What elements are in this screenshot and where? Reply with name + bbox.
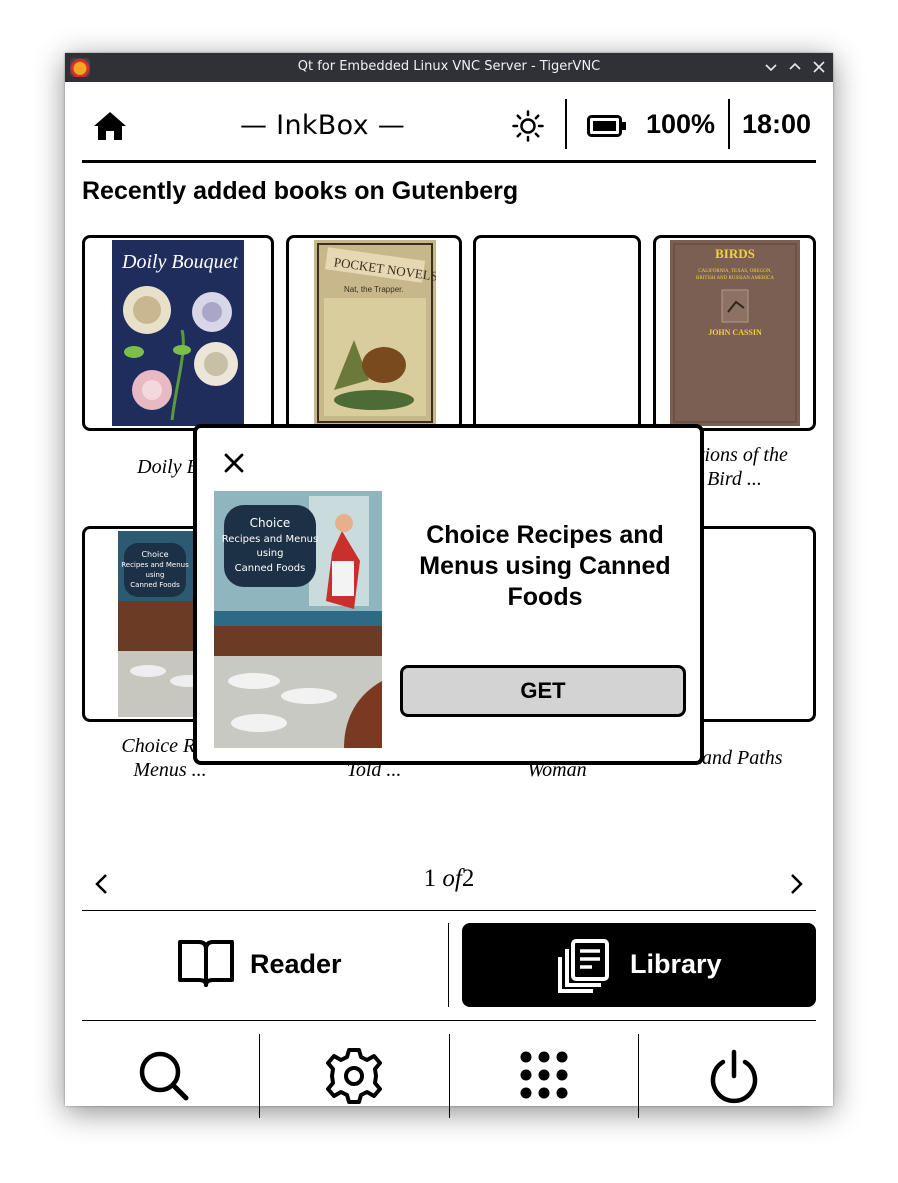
pocket-novels-cover-art: POCKET NOVELS Nat, the Trapper. xyxy=(314,240,436,426)
reader-label: Reader xyxy=(250,949,342,979)
dialog-book-cover: Choice Recipes and Menus using Canned Fo… xyxy=(214,491,382,748)
icon-bar-divider xyxy=(638,1034,639,1118)
book-cover: Doily Bouquet xyxy=(112,240,244,426)
cover-title: BIRDS xyxy=(715,246,755,261)
page-current: 1 xyxy=(423,865,437,892)
header-rule xyxy=(82,160,816,163)
page-indicator: 1 of2 xyxy=(65,865,833,893)
library-button[interactable]: Library xyxy=(462,923,816,1007)
cover-subtitle: CALIFORNIA, TEXAS, OREGON, xyxy=(698,269,771,274)
minimize-button[interactable] xyxy=(761,57,781,77)
book-card[interactable]: Doily Bouquet xyxy=(82,235,274,431)
battery-status[interactable] xyxy=(587,115,627,137)
recipes-cover-art: Choice Recipes and Menus using Canned Fo… xyxy=(214,491,382,748)
book-card[interactable]: POCKET NOVELS Nat, the Trapper. xyxy=(286,235,462,431)
book-card[interactable] xyxy=(473,235,641,431)
apps-grid-icon xyxy=(520,1051,568,1099)
cover-title-line: Choice xyxy=(141,550,168,559)
power-icon xyxy=(710,1049,758,1104)
header-divider xyxy=(728,99,730,149)
nav-divider xyxy=(448,923,449,1007)
settings-button[interactable] xyxy=(326,1048,382,1104)
close-dialog-button[interactable] xyxy=(219,448,249,478)
library-icon xyxy=(558,939,609,993)
cover-subtitle: Nat, the Trapper. xyxy=(344,285,404,294)
maximize-button[interactable] xyxy=(785,57,805,77)
cover-subtitle: BRITISH AND RUSSIAN AMERICA xyxy=(696,276,774,281)
close-icon xyxy=(813,61,825,73)
battery-icon xyxy=(587,115,626,137)
chevron-right-icon xyxy=(791,874,803,894)
dialog-book-title: Choice Recipes and Menus using Canned Fo… xyxy=(419,521,671,611)
battery-percent: 100% xyxy=(646,109,716,139)
home-icon xyxy=(94,112,126,140)
get-button[interactable]: GET xyxy=(400,665,686,717)
cover-title-line: Choice xyxy=(250,516,291,530)
book-cover: BIRDS CALIFORNIA, TEXAS, OREGON, BRITISH… xyxy=(670,240,800,426)
apps-button[interactable] xyxy=(516,1048,572,1104)
doily-cover-art: Doily Bouquet xyxy=(112,240,244,426)
cover-title-line: using xyxy=(256,548,283,559)
search-icon xyxy=(139,1051,189,1101)
page-of: of xyxy=(442,865,462,892)
home-button[interactable] xyxy=(93,110,127,142)
icon-bar-divider xyxy=(259,1034,260,1118)
vnc-window: Qt for Embedded Linux VNC Server - Tiger… xyxy=(65,53,833,1118)
book-cover: POCKET NOVELS Nat, the Trapper. xyxy=(314,240,436,426)
chevron-down-icon xyxy=(765,64,777,72)
icon-bar-divider xyxy=(449,1034,450,1118)
page-total: 2 xyxy=(461,865,475,892)
book-card[interactable]: BIRDS CALIFORNIA, TEXAS, OREGON, BRITISH… xyxy=(653,235,816,431)
library-label: Library xyxy=(630,949,722,979)
brightness-button[interactable] xyxy=(512,110,544,142)
reader-button[interactable]: Reader xyxy=(82,923,448,1007)
close-window-button[interactable] xyxy=(809,57,829,77)
divider xyxy=(82,1020,816,1021)
cover-author: JOHN CASSIN xyxy=(708,328,762,337)
close-icon xyxy=(224,453,244,473)
brightness-icon xyxy=(512,110,544,142)
app-title: — InkBox — xyxy=(240,110,406,141)
window-titlebar[interactable]: Qt for Embedded Linux VNC Server - Tiger… xyxy=(65,53,833,82)
section-title: Recently added books on Gutenberg xyxy=(82,177,519,205)
next-page-button[interactable] xyxy=(784,872,808,896)
cover-title-line: Recipes and Menus xyxy=(222,534,318,545)
divider xyxy=(82,910,816,911)
cover-title-line: Canned Foods xyxy=(130,581,180,589)
cover-title-line: Recipes and Menus xyxy=(121,561,189,569)
book-open-icon xyxy=(178,940,234,987)
cover-title-line: Canned Foods xyxy=(235,563,306,574)
clock: 18:00 xyxy=(742,109,812,139)
cover-title: Doily Bouquet xyxy=(121,251,239,273)
book-details-dialog: Choice Recipes and Menus using Canned Fo… xyxy=(193,424,704,765)
header-divider xyxy=(565,99,567,149)
chevron-up-icon xyxy=(789,62,801,70)
birds-cover-art: BIRDS CALIFORNIA, TEXAS, OREGON, BRITISH… xyxy=(670,240,800,426)
inkbox-app: — InkBox — 100% 18:00 Recently added boo… xyxy=(65,82,833,1118)
window-title: Qt for Embedded Linux VNC Server - Tiger… xyxy=(297,59,601,74)
search-button[interactable] xyxy=(136,1048,192,1104)
cover-title-line: using xyxy=(146,571,165,579)
power-button[interactable] xyxy=(706,1048,762,1104)
settings-icon xyxy=(326,1048,382,1104)
